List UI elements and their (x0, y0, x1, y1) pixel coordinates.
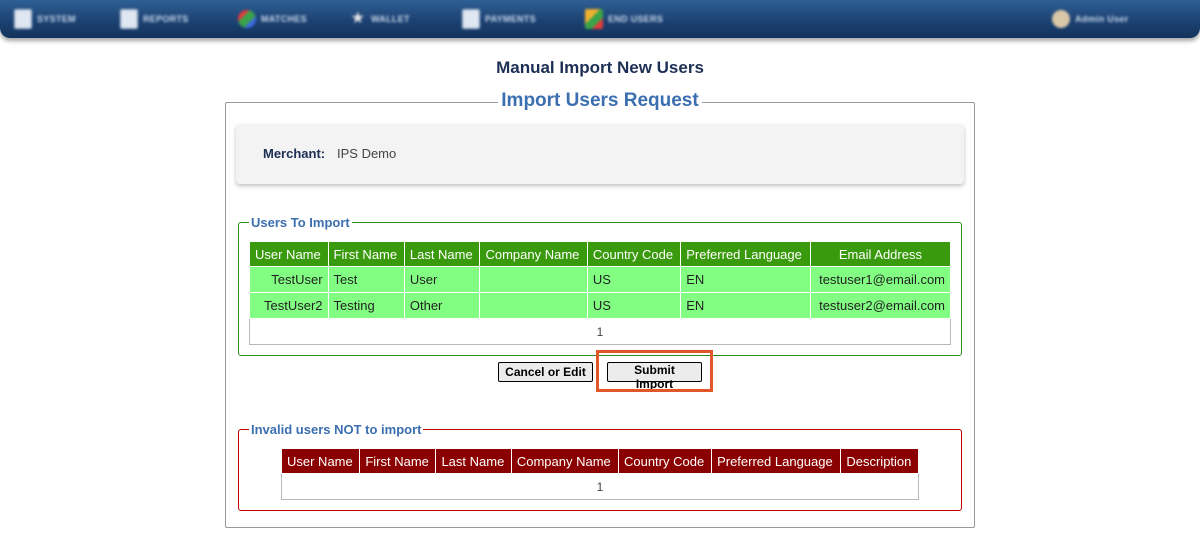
column-header-user-name: User Name (280, 448, 361, 474)
cell-user-name: TestUser2 (249, 292, 329, 319)
column-header-country-code: Country Code (617, 448, 713, 474)
cell-email-address: testuser1@email.com (809, 266, 952, 293)
cell-first-name: Test (327, 266, 405, 293)
column-header-last-name: Last Name (403, 241, 481, 267)
column-header-description: Description (840, 448, 919, 474)
document-icon (462, 9, 480, 29)
users-to-import-legend: Users To Import (249, 215, 352, 230)
invalid-users-legend: Invalid users NOT to import (249, 422, 424, 437)
cell-user-name: TestUser (249, 266, 329, 293)
page-link-1[interactable]: 1 (281, 473, 919, 500)
page-title: Manual Import New Users (496, 58, 704, 77)
page-link-1[interactable]: 1 (249, 318, 951, 345)
cell-country-code: US (586, 266, 682, 293)
document-icon (120, 9, 138, 29)
cell-preferred-language: EN (680, 266, 811, 293)
column-header-first-name: First Name (359, 448, 437, 474)
top-navigation-bar: SYSTEM REPORTS MATCHES ★ WALLET PAYMENTS… (0, 0, 1200, 38)
column-header-preferred-language: Preferred Language (680, 241, 811, 267)
table-pager-row: 1 (249, 318, 951, 345)
table-row: TestUser2 Testing Other US EN testuser2@… (249, 292, 952, 319)
column-header-user-name: User Name (249, 241, 329, 267)
nav-user-menu[interactable]: Admin User (1052, 7, 1129, 31)
column-header-email-address: Email Address (809, 241, 952, 267)
nav-item-matches[interactable]: MATCHES (238, 7, 307, 31)
column-header-country-code: Country Code (586, 241, 682, 267)
invalid-users-table: User Name First Name Last Name Company N… (280, 448, 919, 500)
column-header-preferred-language: Preferred Language (711, 448, 842, 474)
column-header-company-name: Company Name (479, 241, 588, 267)
cell-first-name: Testing (327, 292, 405, 319)
nav-item-wallet[interactable]: ★ WALLET (350, 7, 410, 31)
cell-last-name: Other (403, 292, 481, 319)
chart-icon (585, 9, 603, 29)
cell-preferred-language: EN (680, 292, 811, 319)
cell-last-name: User (403, 266, 481, 293)
column-header-first-name: First Name (327, 241, 405, 267)
cell-country-code: US (586, 292, 682, 319)
cancel-or-edit-button[interactable]: Cancel or Edit (498, 362, 593, 382)
table-pager-row: 1 (281, 473, 919, 500)
table-header-row: User Name First Name Last Name Company N… (280, 448, 919, 474)
nav-item-reports[interactable]: REPORTS (120, 7, 189, 31)
nav-item-system[interactable]: SYSTEM (14, 7, 76, 31)
merchant-value: IPS Demo (337, 146, 397, 161)
star-icon: ★ (350, 10, 366, 27)
nav-item-end-users[interactable]: END USERS (585, 7, 663, 31)
document-icon (14, 9, 32, 29)
users-to-import-table: User Name First Name Last Name Company N… (249, 241, 952, 345)
gem-icon (238, 10, 256, 28)
table-row: TestUser Test User US EN testuser1@email… (249, 266, 952, 293)
cell-email-address: testuser2@email.com (809, 292, 952, 319)
column-header-last-name: Last Name (435, 448, 512, 474)
cell-company-name (479, 292, 588, 319)
merchant-label: Merchant: (263, 146, 326, 161)
user-avatar-icon (1052, 10, 1070, 28)
column-header-company-name: Company Name (510, 448, 619, 474)
table-header-row: User Name First Name Last Name Company N… (249, 241, 952, 267)
merchant-card: Merchant: IPS Demo (236, 124, 964, 184)
nav-item-payments[interactable]: PAYMENTS (462, 7, 536, 31)
cell-company-name (479, 266, 588, 293)
submit-import-button[interactable]: Submit Import (607, 362, 702, 391)
